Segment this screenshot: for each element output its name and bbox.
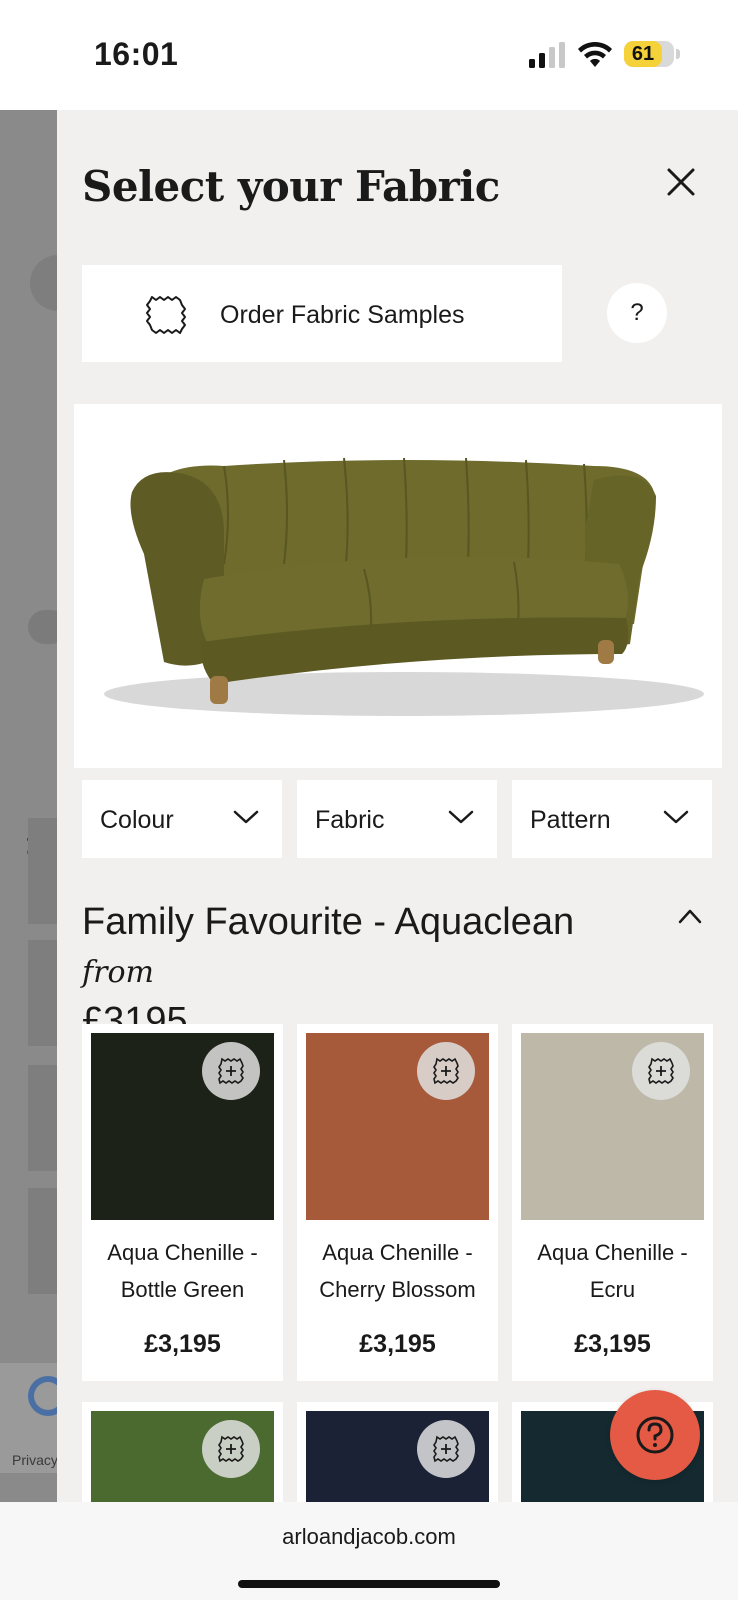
cellular-signal-icon — [529, 42, 565, 68]
fabric-card[interactable] — [297, 1402, 498, 1502]
battery-level: 61 — [631, 43, 655, 65]
add-sample-icon — [218, 1057, 244, 1085]
battery-indicator: 61 — [624, 41, 674, 67]
chevron-down-icon — [233, 810, 259, 824]
add-sample-button[interactable] — [417, 1042, 475, 1100]
fabric-price: £3,195 — [359, 1330, 436, 1358]
fabric-card[interactable]: Aqua Chenille - Bottle Green £3,195 — [82, 1024, 283, 1381]
home-indicator — [238, 1580, 500, 1588]
fabric-panel: Select your Fabric Order Fabric Samples … — [57, 110, 738, 1502]
fabric-swatch-icon — [146, 296, 186, 334]
fabric-help-button[interactable]: ? — [607, 283, 667, 343]
chevron-up-icon[interactable] — [677, 907, 703, 925]
recaptcha-privacy-text: Privacy — [12, 1452, 58, 1468]
filter-label: Pattern — [530, 806, 611, 834]
add-sample-icon — [648, 1057, 674, 1085]
fabric-name: Aqua Chenille - Ecru — [537, 1240, 688, 1302]
fabric-filter[interactable]: Fabric — [297, 780, 497, 858]
add-sample-button[interactable] — [202, 1420, 260, 1478]
sofa-illustration — [104, 457, 704, 716]
close-icon[interactable] — [661, 162, 701, 202]
add-sample-icon — [433, 1435, 459, 1463]
battery-tip — [676, 49, 680, 59]
fabric-card[interactable] — [82, 1402, 283, 1502]
collection-title: Family Favourite - Aquaclean from £3195 — [82, 898, 622, 1045]
order-samples-label: Order Fabric Samples — [220, 301, 465, 329]
panel-title: Select your Fabric — [82, 162, 500, 211]
add-sample-button[interactable] — [417, 1420, 475, 1478]
wifi-icon — [578, 41, 612, 67]
order-samples-button[interactable]: Order Fabric Samples — [82, 265, 562, 362]
add-sample-icon — [218, 1435, 244, 1463]
fabric-card[interactable]: Aqua Chenille - Ecru £3,195 — [512, 1024, 713, 1381]
add-sample-button[interactable] — [202, 1042, 260, 1100]
status-bar: 16:01 61 — [0, 0, 738, 110]
browser-url-bar: arloandjacob.com — [0, 1502, 738, 1600]
chevron-down-icon — [448, 810, 474, 824]
status-time: 16:01 — [94, 36, 179, 72]
sofa-image — [74, 404, 722, 768]
fabric-card[interactable]: Aqua Chenille - Cherry Blossom £3,195 — [297, 1024, 498, 1381]
filter-label: Colour — [100, 806, 174, 834]
url-text[interactable]: arloandjacob.com — [0, 1524, 738, 1550]
chevron-down-icon — [663, 810, 689, 824]
colour-filter[interactable]: Colour — [82, 780, 282, 858]
from-label: from — [82, 955, 154, 990]
fabric-price: £3,195 — [144, 1330, 221, 1358]
pattern-filter[interactable]: Pattern — [512, 780, 712, 858]
collection-name: Family Favourite - Aquaclean — [82, 901, 575, 943]
filter-label: Fabric — [315, 806, 385, 834]
help-chat-button[interactable] — [610, 1390, 700, 1480]
fabric-name: Aqua Chenille - Cherry Blossom — [319, 1240, 476, 1302]
add-sample-button[interactable] — [632, 1042, 690, 1100]
fabric-name: Aqua Chenille - Bottle Green — [107, 1240, 258, 1302]
help-chat-icon — [636, 1416, 674, 1454]
add-sample-icon — [433, 1057, 459, 1085]
fabric-price: £3,195 — [574, 1330, 651, 1358]
